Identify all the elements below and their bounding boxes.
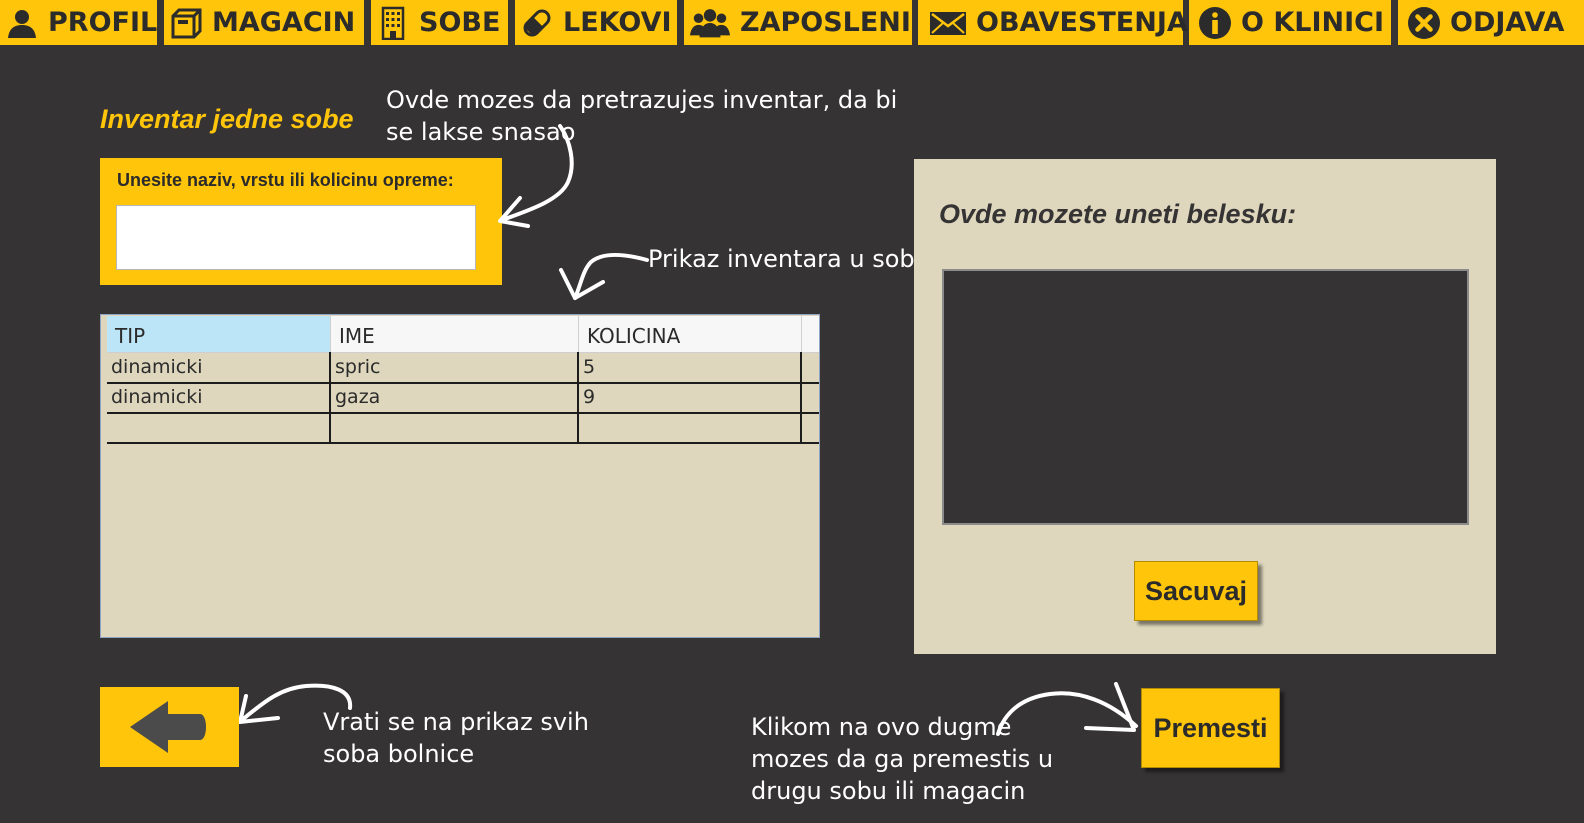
search-label: Unesite naziv, vrstu ili kolicinu opreme… bbox=[117, 170, 454, 190]
nav-item-lekovi[interactable]: LEKOVI bbox=[515, 0, 677, 45]
nav-label: SOBE bbox=[419, 7, 501, 38]
search-hint-line-1: Ovde mozes da pretrazujes inventar, da b… bbox=[386, 86, 898, 114]
search-input[interactable] bbox=[116, 205, 476, 270]
column-header-ime[interactable]: IME bbox=[331, 316, 579, 352]
move-button[interactable]: Premesti bbox=[1141, 688, 1280, 768]
building-icon bbox=[375, 5, 411, 41]
save-button[interactable]: Sacuvaj bbox=[1134, 561, 1258, 621]
table-cell: dinamicki bbox=[107, 352, 331, 382]
top-navigation: PROFIL MAGACIN SOBE LEKOVI ZAPOSLENI OBA… bbox=[0, 0, 1584, 45]
table-cell bbox=[579, 412, 802, 442]
note-textarea[interactable] bbox=[942, 269, 1469, 525]
nav-label: O KLINICI bbox=[1241, 7, 1385, 38]
table-row-new[interactable] bbox=[107, 412, 819, 444]
table-hint-arrow-icon bbox=[559, 253, 649, 300]
user-icon bbox=[4, 5, 40, 41]
move-hint-line-2: mozes da ga premestis u bbox=[751, 745, 1054, 773]
back-hint-arrow-icon bbox=[238, 683, 353, 724]
nav-item-obavestenja[interactable]: OBAVESTENJA bbox=[918, 0, 1188, 45]
table-cell: spric bbox=[331, 352, 579, 382]
pill-icon bbox=[519, 5, 555, 41]
nav-item-o-klinici[interactable]: O KLINICI bbox=[1189, 0, 1391, 45]
search-panel: Unesite naziv, vrstu ili kolicinu opreme… bbox=[100, 158, 502, 285]
group-icon bbox=[688, 5, 732, 41]
nav-label: MAGACIN bbox=[212, 7, 356, 38]
back-hint-line-2: soba bolnice bbox=[323, 740, 475, 768]
table-row[interactable]: dinamicki spric 5 bbox=[107, 352, 819, 384]
arrow-left-icon bbox=[130, 701, 206, 753]
column-header-kolicina[interactable]: KOLICINA bbox=[579, 316, 802, 352]
table-hint: Prikaz inventara u sobi bbox=[648, 245, 922, 273]
nav-label: LEKOVI bbox=[563, 7, 672, 38]
nav-item-zaposleni[interactable]: ZAPOSLENI bbox=[684, 0, 912, 45]
back-hint-line-1: Vrati se na prikaz svih bbox=[323, 708, 589, 736]
note-panel: Ovde mozete uneti belesku: Sacuvaj bbox=[914, 159, 1496, 654]
nav-label: ZAPOSLENI bbox=[740, 7, 911, 38]
move-hint-line-3: drugu sobu ili magacin bbox=[751, 777, 1026, 805]
nav-item-sobe[interactable]: SOBE bbox=[371, 0, 508, 45]
back-hint: Vrati se na prikaz svih soba bolnice bbox=[323, 706, 589, 770]
table-cell bbox=[331, 412, 579, 442]
back-button[interactable] bbox=[100, 687, 239, 767]
info-icon bbox=[1197, 5, 1233, 41]
table-cell bbox=[107, 412, 331, 442]
table-cell: 5 bbox=[579, 352, 802, 382]
table-row[interactable]: dinamicki gaza 9 bbox=[107, 382, 819, 414]
table-cell: 9 bbox=[579, 382, 802, 412]
note-title: Ovde mozete uneti belesku: bbox=[939, 199, 1297, 229]
search-hint: Ovde mozes da pretrazujes inventar, da b… bbox=[386, 84, 897, 148]
nav-item-profil[interactable]: PROFIL bbox=[0, 0, 157, 45]
box-icon bbox=[168, 5, 204, 41]
page-title: Inventar jedne sobe bbox=[100, 104, 354, 134]
close-circle-icon bbox=[1406, 5, 1442, 41]
nav-label: ODJAVA bbox=[1450, 7, 1565, 38]
table-cell: dinamicki bbox=[107, 382, 331, 412]
search-hint-line-2: se lakse snasao bbox=[386, 118, 576, 146]
table-cell: gaza bbox=[331, 382, 579, 412]
nav-label: OBAVESTENJA bbox=[976, 7, 1188, 38]
inventory-table[interactable]: TIP IME KOLICINA dinamicki spric 5 dinam… bbox=[100, 314, 820, 638]
nav-label: PROFIL bbox=[48, 7, 158, 38]
move-hint-arrow-icon bbox=[996, 682, 1138, 736]
nav-item-odjava[interactable]: ODJAVA bbox=[1398, 0, 1584, 45]
column-header-tip[interactable]: TIP bbox=[107, 316, 331, 352]
envelope-icon bbox=[928, 5, 968, 41]
nav-item-magacin[interactable]: MAGACIN bbox=[164, 0, 364, 45]
search-hint-arrow-icon bbox=[498, 124, 574, 228]
table-header: TIP IME KOLICINA bbox=[107, 316, 819, 353]
